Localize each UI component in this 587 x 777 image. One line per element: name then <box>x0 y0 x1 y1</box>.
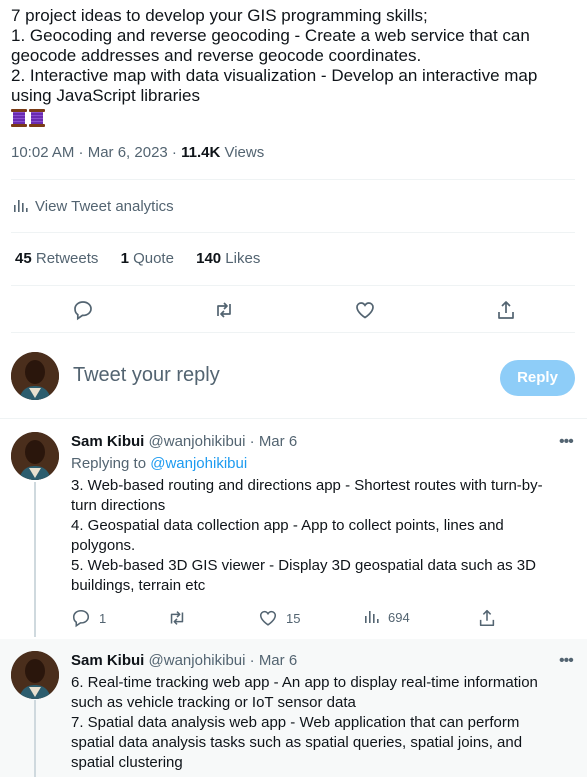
reply-text: 3. Web-based routing and directions app … <box>71 477 543 594</box>
like-count: 15 <box>286 610 301 626</box>
view-analytics-link[interactable]: View Tweet analytics <box>11 197 174 215</box>
reply-header: Sam Kibui @wanjohikibui · Mar 6 <box>71 433 297 450</box>
views-label: Views <box>220 144 265 161</box>
more-icon[interactable]: ••• <box>559 652 574 670</box>
reply-icon <box>72 609 90 628</box>
likes-stat[interactable]: 140 Likes <box>196 250 260 267</box>
reply-icon[interactable] <box>72 299 94 321</box>
thread-spool-icon <box>11 109 27 127</box>
reply-count: 1 <box>99 610 107 626</box>
divider <box>11 179 575 180</box>
analytics-label: View Tweet analytics <box>35 197 174 215</box>
like-icon <box>259 610 277 626</box>
avatar[interactable] <box>11 352 59 400</box>
author-name[interactable]: Sam Kibui <box>71 433 144 450</box>
engagement-stats: 45 Retweets 1 Quote 140 Likes <box>15 250 278 267</box>
tweet-line: 2. Interactive map with data visualizati… <box>11 66 538 85</box>
author-name[interactable]: Sam Kibui <box>71 652 144 669</box>
retweets-stat[interactable]: 45 Retweets <box>15 250 98 267</box>
reply-date[interactable]: · Mar 6 <box>245 433 298 450</box>
more-icon[interactable]: ••• <box>559 433 574 451</box>
retweet-icon[interactable] <box>213 299 235 321</box>
reply-tweet[interactable]: Sam Kibui @wanjohikibui · Mar 6 ••• 6. R… <box>0 639 587 777</box>
views-action[interactable]: 694 <box>362 608 410 626</box>
replying-to: Replying to @wanjohikibui <box>71 455 248 472</box>
tweet-line: using JavaScript libraries <box>11 86 200 105</box>
retweet-action[interactable] <box>167 608 187 628</box>
reply-action[interactable]: 1 <box>71 608 106 628</box>
analytics-icon <box>365 611 379 623</box>
share-action[interactable] <box>477 608 497 628</box>
author-handle[interactable]: @wanjohikibui <box>149 433 246 450</box>
divider <box>11 285 575 286</box>
like-action[interactable]: 15 <box>258 608 300 628</box>
tweet-line: geocode addresses and reverse geocode co… <box>11 46 422 65</box>
tweet-text: 7 project ideas to develop your GIS prog… <box>11 6 581 128</box>
replying-handle-link[interactable]: @wanjohikibui <box>150 455 247 472</box>
reply-header: Sam Kibui @wanjohikibui · Mar 6 <box>71 652 297 669</box>
tweet-timestamp[interactable]: 10:02 AM · Mar 6, 2023 · <box>11 144 181 161</box>
reply-input[interactable]: Tweet your reply <box>73 364 220 387</box>
tweet-line: 7 project ideas to develop your GIS prog… <box>11 6 428 25</box>
views-count: 11.4K <box>181 144 221 161</box>
retweet-icon <box>170 611 184 625</box>
tweet-actions <box>0 299 587 323</box>
share-icon <box>479 609 495 627</box>
divider <box>11 332 575 333</box>
views-count: 694 <box>388 609 410 625</box>
tweet-meta: 10:02 AM · Mar 6, 2023 · 11.4K Views <box>11 144 264 161</box>
reply-actions: 1 15 694 <box>71 608 511 628</box>
reply-button[interactable]: Reply <box>500 360 575 396</box>
reply-date[interactable]: · Mar 6 <box>245 652 298 669</box>
analytics-icon <box>14 200 28 212</box>
emoji-row <box>11 108 581 128</box>
author-handle[interactable]: @wanjohikibui <box>149 652 246 669</box>
avatar[interactable] <box>11 432 59 480</box>
divider <box>11 232 575 233</box>
avatar[interactable] <box>11 651 59 699</box>
reply-tweet[interactable]: Sam Kibui @wanjohikibui · Mar 6 ••• Repl… <box>0 419 587 639</box>
share-icon[interactable] <box>495 299 517 321</box>
reply-text: 6. Real-time tracking web app - An app t… <box>71 674 538 771</box>
tweet-line: 1. Geocoding and reverse geocoding - Cre… <box>11 26 530 45</box>
like-icon[interactable] <box>354 299 376 321</box>
quotes-stat[interactable]: 1 Quote <box>121 250 174 267</box>
thread-spool-icon <box>29 109 45 127</box>
